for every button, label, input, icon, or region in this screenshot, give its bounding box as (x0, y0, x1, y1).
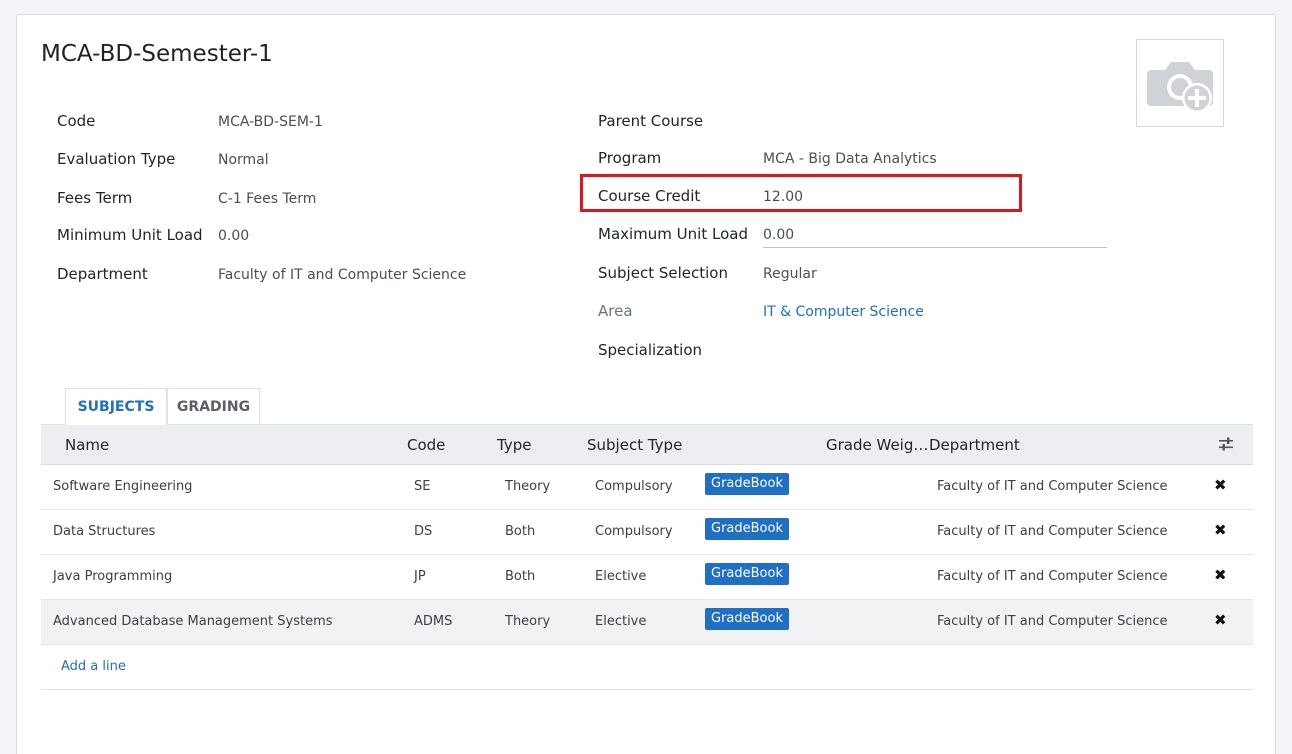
table-row[interactable]: Advanced Database Management Systems ADM… (41, 600, 1253, 645)
gradebook-button[interactable]: GradeBook (705, 608, 789, 630)
table-row[interactable]: Software Engineering SE Theory Compulsor… (41, 465, 1253, 510)
min-unit-load-label: Minimum Unit Load (57, 226, 203, 244)
image-upload[interactable] (1136, 39, 1224, 127)
form-sheet: MCA-BD-Semester-1 Code MCA-BD-SEM-1 Eval… (16, 14, 1276, 754)
row-code: DS (414, 524, 433, 539)
subjects-table: Name Code Type Subject Type Grade Weig… … (41, 425, 1253, 690)
col-grade-weight[interactable]: Grade Weig… (826, 436, 928, 454)
area-link[interactable]: IT & Computer Science (763, 304, 924, 320)
row-department: Faculty of IT and Computer Science (937, 614, 1168, 629)
row-name: Advanced Database Management Systems (53, 614, 333, 629)
gradebook-button[interactable]: GradeBook (705, 563, 789, 585)
delete-row-icon[interactable]: ✖ (1214, 611, 1227, 629)
department-value[interactable]: Faculty of IT and Computer Science (218, 267, 466, 283)
specialization-label: Specialization (598, 341, 703, 359)
subject-selection-label: Subject Selection (598, 264, 728, 282)
camera-add-icon (1147, 62, 1213, 113)
row-type: Both (505, 524, 536, 539)
row-type: Theory (505, 614, 551, 629)
program-label: Program (598, 149, 662, 167)
fees-term-value[interactable]: C-1 Fees Term (218, 191, 316, 207)
row-type: Both (505, 569, 536, 584)
area-label: Area (598, 302, 633, 320)
tab-grading[interactable]: GRADING (167, 388, 260, 425)
max-unit-load-label: Maximum Unit Load (598, 225, 748, 243)
code-value[interactable]: MCA-BD-SEM-1 (218, 114, 323, 130)
add-line-row: Add a line (41, 645, 1253, 690)
program-value[interactable]: MCA - Big Data Analytics (763, 151, 937, 167)
gradebook-button[interactable]: GradeBook (705, 473, 789, 495)
subject-selection-value[interactable]: Regular (763, 266, 817, 282)
table-header: Name Code Type Subject Type Grade Weig… … (41, 425, 1253, 465)
row-code: JP (414, 569, 426, 584)
row-name: Software Engineering (53, 479, 193, 494)
row-code: SE (414, 479, 431, 494)
parent-course-label: Parent Course (598, 112, 704, 130)
department-label: Department (57, 265, 148, 283)
row-subject-type: Elective (595, 569, 647, 584)
column-options-icon[interactable] (1218, 436, 1234, 452)
table-row[interactable]: Java Programming JP Both Elective GradeB… (41, 555, 1253, 600)
row-department: Faculty of IT and Computer Science (937, 569, 1168, 584)
tab-subjects[interactable]: SUBJECTS (65, 388, 167, 425)
code-label: Code (57, 112, 96, 130)
min-unit-load-value[interactable]: 0.00 (218, 228, 249, 244)
evaluation-type-label: Evaluation Type (57, 150, 176, 168)
row-department: Faculty of IT and Computer Science (937, 524, 1168, 539)
row-name: Data Structures (53, 524, 156, 539)
row-subject-type: Compulsory (595, 524, 673, 539)
fees-term-label: Fees Term (57, 189, 133, 207)
col-subject-type[interactable]: Subject Type (587, 436, 682, 454)
row-type: Theory (505, 479, 551, 494)
delete-row-icon[interactable]: ✖ (1214, 521, 1227, 539)
col-name[interactable]: Name (65, 436, 109, 454)
row-subject-type: Elective (595, 614, 647, 629)
table-row[interactable]: Data Structures DS Both Compulsory Grade… (41, 510, 1253, 555)
row-name: Java Programming (53, 569, 173, 584)
page-title: MCA-BD-Semester-1 (41, 41, 273, 67)
col-type[interactable]: Type (497, 436, 531, 454)
max-unit-load-underline (763, 247, 1107, 248)
add-line-link[interactable]: Add a line (61, 659, 126, 674)
row-subject-type: Compulsory (595, 479, 673, 494)
course-credit-highlight (580, 174, 1022, 212)
evaluation-type-value[interactable]: Normal (218, 152, 269, 168)
delete-row-icon[interactable]: ✖ (1214, 476, 1227, 494)
gradebook-button[interactable]: GradeBook (705, 518, 789, 540)
max-unit-load-input[interactable]: 0.00 (763, 227, 794, 243)
col-code[interactable]: Code (407, 436, 445, 454)
delete-row-icon[interactable]: ✖ (1214, 566, 1227, 584)
row-code: ADMS (414, 614, 453, 629)
row-department: Faculty of IT and Computer Science (937, 479, 1168, 494)
col-department[interactable]: Department (929, 436, 1020, 454)
